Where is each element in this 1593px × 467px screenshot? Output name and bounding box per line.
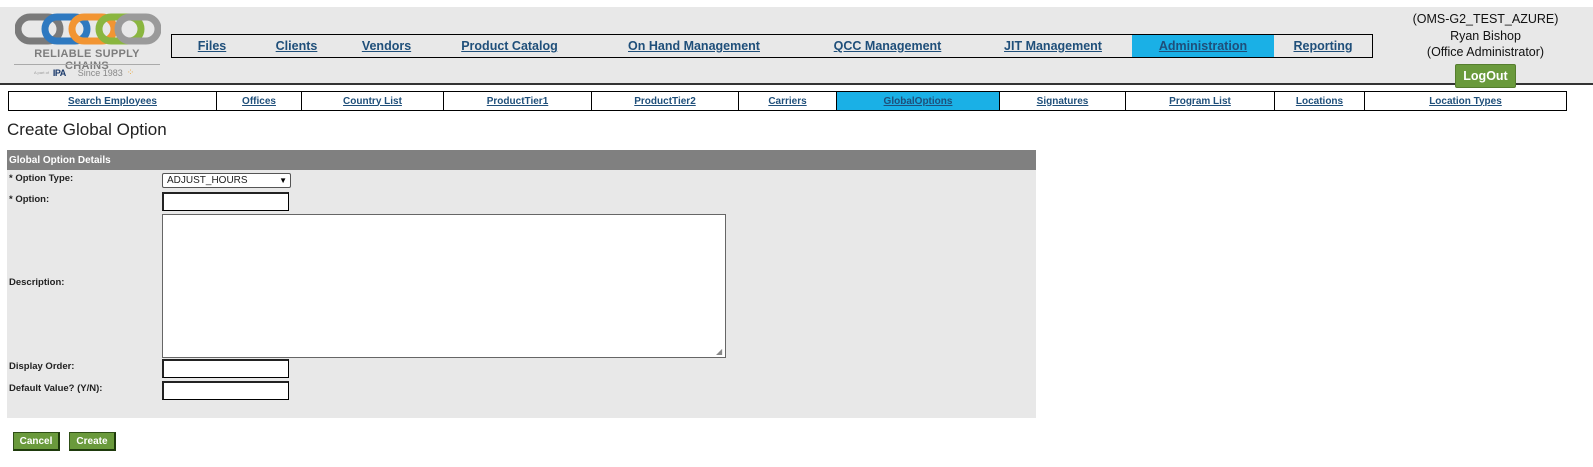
user-name: Ryan Bishop [1450,28,1521,43]
subnav-search-employees[interactable]: Search Employees [9,92,217,110]
user-role: (Office Administrator) [1426,45,1545,59]
page-title: Create Global Option [7,120,167,139]
option-type-value: ADJUST_HOURS [167,175,248,186]
description-label: Description: [9,277,65,288]
logo-tagline: A part of IPA Since 1983 ⁘ [34,67,134,78]
chain-links-icon [15,13,161,45]
nav-reporting[interactable]: Reporting [1274,35,1372,57]
option-type-select[interactable]: ADJUST_HOURS ▼ [162,173,291,188]
nav-administration[interactable]: Administration [1132,35,1274,57]
global-option-form: Global Option Details * Option Type: ADJ… [7,150,1036,418]
logo-tagline-prefix: A part of [34,70,49,75]
subnav-program-list[interactable]: Program List [1126,92,1275,110]
subnav-locations[interactable]: Locations [1275,92,1365,110]
nav-on-hand-management[interactable]: On Hand Management [587,35,801,57]
chevron-down-icon: ▼ [279,176,287,185]
admin-sub-nav: Search Employees Offices Country List Pr… [8,91,1567,111]
cancel-button[interactable]: Cancel [13,432,60,451]
default-value-input[interactable] [162,381,289,400]
logo-divider [14,64,160,65]
nav-jit-management[interactable]: JIT Management [974,35,1132,57]
default-value-label: Default Value? (Y/N): [9,383,103,394]
section-header: Global Option Details [7,150,1036,170]
environment-name: (OMS-G2_TEST_AZURE) [1412,12,1559,26]
nav-clients[interactable]: Clients [252,35,341,57]
ipa-logo: IPA [52,67,66,78]
subnav-producttier2[interactable]: ProductTier2 [592,92,739,110]
subnav-globaloptions[interactable]: GlobalOptions [837,92,1000,110]
description-textarea[interactable]: ◢ [162,214,726,358]
header: RELIABLE SUPPLY CHAINS A part of IPA Sin… [0,7,1593,88]
subnav-carriers[interactable]: Carriers [739,92,837,110]
nav-product-catalog[interactable]: Product Catalog [432,35,587,57]
nav-vendors[interactable]: Vendors [341,35,432,57]
logo-since: Since 1983 [77,67,123,78]
user-info: (OMS-G2_TEST_AZURE) Ryan Bishop (Office … [1378,11,1593,88]
top-strip [0,0,1593,7]
subnav-location-types[interactable]: Location Types [1365,92,1566,110]
subnav-signatures[interactable]: Signatures [1000,92,1126,110]
subnav-offices[interactable]: Offices [217,92,302,110]
nav-qcc-management[interactable]: QCC Management [801,35,974,57]
display-order-input[interactable] [162,359,289,378]
option-label: * Option: [9,194,50,205]
display-order-label: Display Order: [9,361,75,372]
resize-grip-icon[interactable]: ◢ [716,348,724,356]
logout-button[interactable]: LogOut [1455,63,1516,88]
sunburst-icon: ⁘ [126,67,135,77]
company-logo: RELIABLE SUPPLY CHAINS A part of IPA Sin… [12,12,162,84]
option-type-label: * Option Type: [9,173,74,184]
create-button[interactable]: Create [69,432,116,451]
nav-files[interactable]: Files [172,35,252,57]
subnav-producttier1[interactable]: ProductTier1 [444,92,592,110]
main-nav: Files Clients Vendors Product Catalog On… [171,34,1373,58]
option-input[interactable] [162,192,289,211]
subnav-country-list[interactable]: Country List [302,92,444,110]
